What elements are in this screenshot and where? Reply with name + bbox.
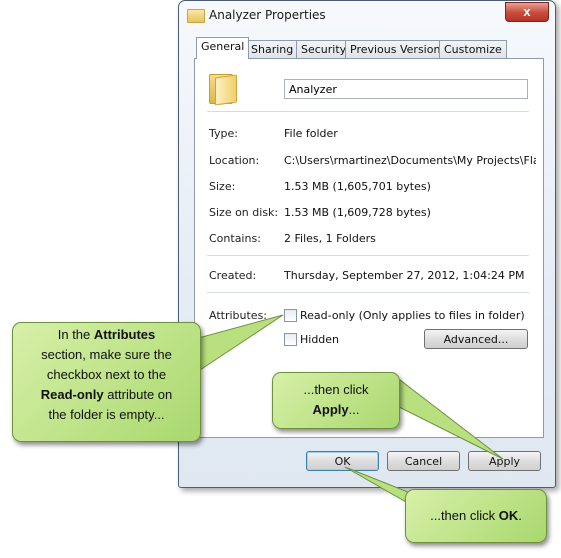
apply-callout: ...then click Apply... (272, 372, 400, 429)
apply-callout-pointer (384, 379, 504, 460)
ok-callout: ...then click OK. (405, 489, 547, 543)
callout-pointers (179, 314, 504, 511)
attributes-callout: In the Attributes section, make sure the… (12, 322, 201, 442)
